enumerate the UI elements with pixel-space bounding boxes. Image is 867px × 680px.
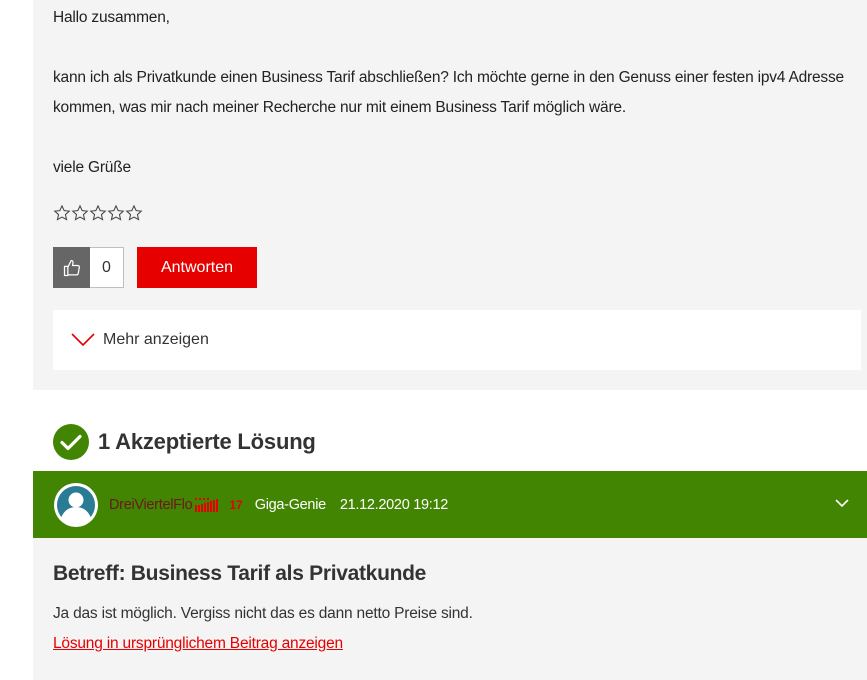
star-icon[interactable] xyxy=(53,203,71,223)
user-avatar-icon[interactable] xyxy=(53,482,99,528)
solution-author-bar: DreiViertelFlo 17 Giga-Genie 21.12.2020 … xyxy=(33,471,867,538)
chevron-down-icon[interactable] xyxy=(835,498,849,508)
star-icon[interactable] xyxy=(71,203,89,223)
check-circle-icon xyxy=(53,424,89,460)
post-card: Hallo zusammen, kann ich als Privatkunde… xyxy=(33,0,867,390)
author-name-link[interactable]: DreiViertelFlo xyxy=(109,497,193,513)
post-body: kann ich als Privatkunde einen Business … xyxy=(53,69,844,116)
rank-bars-icon xyxy=(195,497,219,512)
kudos-count: 0 xyxy=(90,247,124,288)
kudos-button[interactable] xyxy=(53,247,90,288)
solution-body: Betreff: Business Tarif als Privatkunde … xyxy=(33,538,867,680)
kudos-widget: 0 xyxy=(53,247,124,288)
chevron-down-icon xyxy=(71,333,95,347)
star-rating[interactable] xyxy=(53,203,143,225)
view-solution-in-original-post-link[interactable]: Lösung in ursprünglichem Beitrag anzeige… xyxy=(53,635,343,653)
post-greeting: Hallo zusammen, xyxy=(53,9,170,26)
post-sign-off: viele Grüße xyxy=(53,159,131,176)
star-icon[interactable] xyxy=(89,203,107,223)
show-more-toggle[interactable]: Mehr anzeigen xyxy=(53,310,861,370)
author-rank-number: 17 xyxy=(229,497,243,512)
solution-text: Ja das ist möglich. Vergiss nicht das es… xyxy=(53,605,473,622)
accepted-solution-header: 1 Akzeptierte Lösung xyxy=(53,424,316,460)
reply-button[interactable]: Antworten xyxy=(137,247,257,288)
star-icon[interactable] xyxy=(125,203,143,223)
solution-subject: Betreff: Business Tarif als Privatkunde xyxy=(53,562,427,585)
star-icon[interactable] xyxy=(107,203,125,223)
author-rank-title: Giga-Genie xyxy=(254,496,326,513)
show-more-label: Mehr anzeigen xyxy=(103,331,209,348)
post-date: 21.12.2020 19:12 xyxy=(339,496,448,513)
thumbs-up-icon xyxy=(63,259,80,276)
accepted-solution-title: 1 Akzeptierte Lösung xyxy=(98,429,316,454)
